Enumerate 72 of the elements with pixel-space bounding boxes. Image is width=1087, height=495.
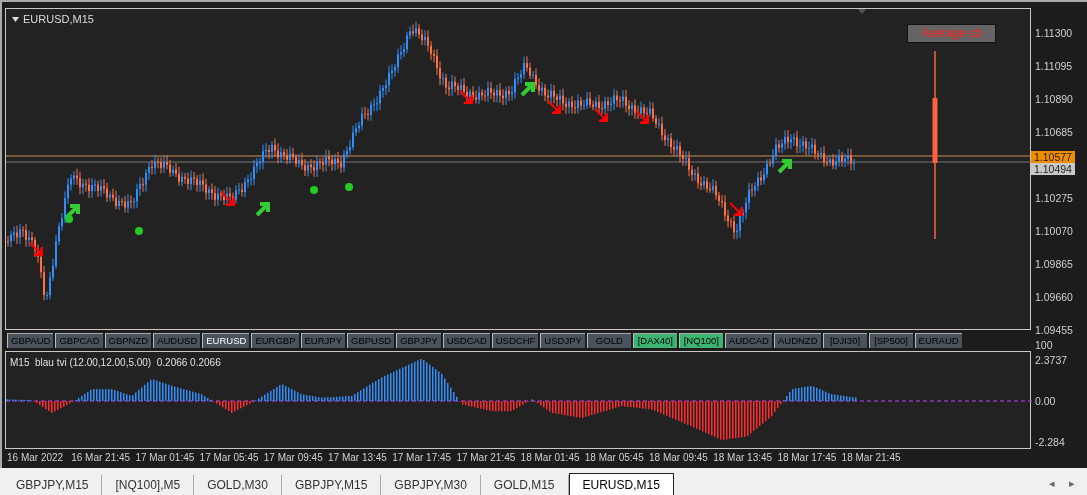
indicator-label: M15 blau tvi (12.00,12.00,5.00) 0.2066 0.2066 [10,356,221,370]
symbol-button[interactable]: GBPAUD [7,333,54,348]
time-axis-label: 18 Mar 13:45 [713,451,773,465]
symbol-button[interactable]: [DJI30] [822,333,867,348]
signal-dot [65,215,73,223]
symbol-button[interactable]: [SP500] [868,333,913,348]
up-arrow-icon [777,159,792,174]
symbol-button[interactable]: [NQ100] [678,333,723,348]
price-tick-label: 1.10070 [1035,225,1073,237]
symbol-button[interactable]: GBPCAD [55,333,103,348]
down-arrow-icon [594,108,608,122]
indicator-axis-label: 0.00 [1035,395,1056,407]
up-arrow-icon [520,82,535,97]
signal-dot [310,186,318,194]
time-axis-label: 18 Mar 05:45 [584,451,644,465]
time-axis-label: 17 Mar 13:45 [328,451,387,465]
dropdown-icon[interactable] [12,16,19,22]
window-title: EURUSD,M15 [23,12,94,27]
time-axis-label: 18 Mar 21:45 [841,451,901,465]
up-arrow-icon [65,204,80,219]
average-cb-button[interactable]: Average cb [907,24,996,43]
time-axis-label: 18 Mar 17:45 [777,451,837,465]
price-tick-label: 1.09660 [1035,291,1073,303]
price-tick-label: 1.09865 [1035,258,1073,270]
price-tick-label: 1.10275 [1035,192,1073,204]
symbol-button[interactable]: USDCHF [491,333,539,348]
chart-tab[interactable]: EURUSD,M15 [568,473,674,495]
down-arrow-icon [547,100,561,114]
down-arrow-icon [221,192,235,206]
time-axis-label: 17 Mar 05:45 [199,451,259,465]
down-arrow-icon [635,110,649,124]
time-axis-label: 18 Mar 09:45 [649,451,708,465]
signal-dot [345,183,353,191]
indicator-axis-label: -2.284 [1035,436,1065,448]
price-tick-label: 1.11300 [1035,27,1073,39]
symbol-button[interactable]: [DAX40] [632,333,677,348]
time-axis-label: 17 Mar 21:45 [456,451,516,465]
symbol-button[interactable]: GBPJPY [396,333,441,348]
symbol-button[interactable]: GOLD [586,333,631,348]
symbol-button[interactable]: GBPNZD [104,333,152,348]
price-tick-label: 1.09455 [1035,324,1073,336]
symbol-button[interactable]: USDJPY [540,333,585,348]
price-tick-label: 1.11095 [1035,60,1073,72]
down-arrow-icon [29,242,43,256]
price-tick-label: 1.10685 [1035,126,1073,138]
time-axis-label: 17 Mar 01:45 [135,451,195,465]
symbol-button[interactable]: USDCAD [442,333,490,348]
down-arrow-icon [729,202,743,216]
time-axis-label: 16 Mar 21:45 [71,451,131,465]
symbol-button[interactable]: GBPUSD [347,333,395,348]
symbol-button[interactable]: AUDCAD [724,333,772,348]
bid-price-label: 1.10577 [1031,151,1075,163]
symbol-button[interactable]: EURUSD [202,333,250,348]
signal-dot [135,227,143,235]
symbol-button[interactable]: AUDNZD [773,333,821,348]
tab-scroll-arrow[interactable]: ▸ [1069,474,1075,491]
indicator-axis-label: 100 [1035,339,1053,351]
ask-price-label: 1.10494 [1031,163,1075,175]
symbol-button[interactable]: EURGBP [251,333,299,348]
scroll-marker-icon [858,9,866,14]
up-arrow-icon [255,202,270,217]
symbol-button[interactable]: EURJPY [300,333,345,348]
time-axis-label: 16 Mar 2022 [7,451,64,465]
symbol-button[interactable]: AUDUSD [153,333,201,348]
time-axis-label: 18 Mar 01:45 [520,451,580,465]
time-axis-label: 17 Mar 17:45 [392,451,452,465]
time-axis-label: 17 Mar 09:45 [263,451,323,465]
tab-scroll-arrow[interactable]: ◂ [1049,474,1055,491]
price-tick-label: 1.10890 [1035,93,1073,105]
indicator-axis-label: 2.3737 [1035,354,1068,366]
down-arrow-icon [459,90,473,104]
symbol-button[interactable]: EURAUD [914,333,962,348]
